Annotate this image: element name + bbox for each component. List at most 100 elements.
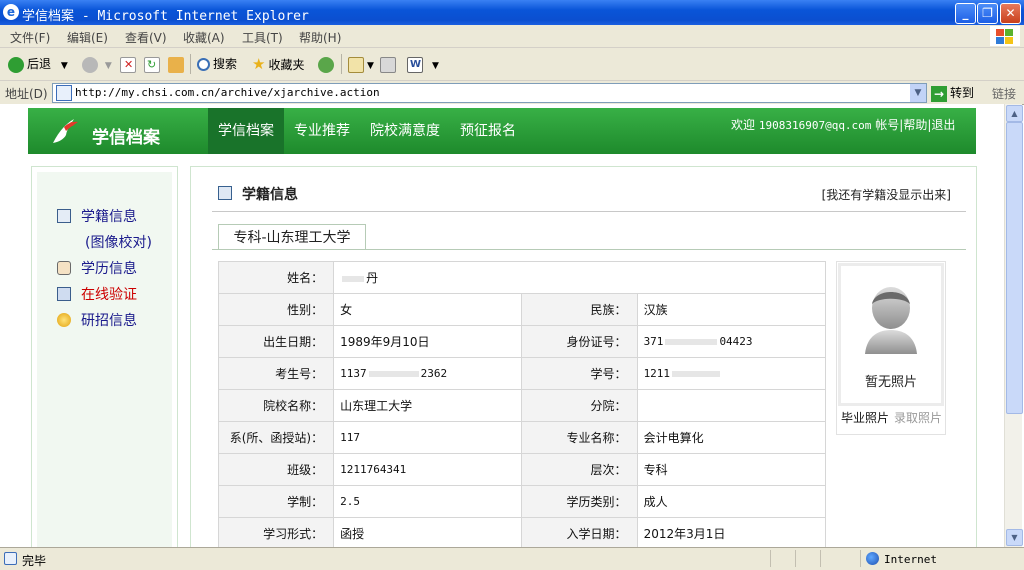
scroll-up-icon[interactable]: ▲ xyxy=(1006,105,1023,122)
student-number-value: 1211 xyxy=(636,357,827,390)
minimize-button[interactable]: _ xyxy=(955,3,976,24)
study-form-value: 函授 xyxy=(333,517,523,547)
diploma-icon xyxy=(57,261,71,275)
back-button[interactable]: 后退 ▼ xyxy=(8,55,68,73)
nav-pre-enlistment[interactable]: 预征报名 xyxy=(450,108,526,154)
mail-button[interactable]: ▼ xyxy=(348,55,374,73)
sidebar-item-label: 在线验证 xyxy=(81,287,137,303)
user-email: 1908316907@qq.com xyxy=(758,119,872,132)
table-row: 班级： 1211764341 层次： 专科 xyxy=(217,453,827,486)
table-row: 出生日期： 1989年9月10日 身份证号： 371 04423 xyxy=(217,325,827,358)
section-title: 学籍信息 xyxy=(218,184,298,204)
medal-icon xyxy=(57,313,71,327)
refresh-button[interactable]: ↻ xyxy=(144,55,163,73)
address-label: 地址(D) xyxy=(5,87,48,101)
sidebar-item-enrollment-info[interactable]: 学籍信息 xyxy=(57,206,137,226)
table-row: 院校名称： 山东理工大学 分院： xyxy=(217,389,827,422)
edit-button[interactable]: W ▼ xyxy=(407,55,439,73)
major-label: 专业名称： xyxy=(521,421,638,454)
ie-logo-icon: e xyxy=(3,4,19,20)
go-button[interactable]: → 转到 xyxy=(931,84,974,102)
enroll-date-value: 2012年3月1日 xyxy=(636,517,827,547)
internet-zone: Internet xyxy=(866,552,937,566)
table-row: 学习形式： 函授 入学日期： 2012年3月1日 xyxy=(217,517,827,547)
history-button[interactable] xyxy=(318,55,337,73)
print-button[interactable] xyxy=(380,55,399,73)
address-dropdown-icon[interactable]: ▼ xyxy=(910,84,926,102)
links-button[interactable]: 链接 xyxy=(992,85,1016,102)
status-page-icon xyxy=(4,552,20,566)
table-row: 学制： 2.5 学历类别： 成人 xyxy=(217,485,827,518)
site-header: 学信档案 学信档案 专业推荐 院校满意度 预征报名 欢迎 1908316907@… xyxy=(28,108,976,154)
nav-archive[interactable]: 学信档案 xyxy=(208,108,284,154)
edit-dropdown-icon[interactable]: ▼ xyxy=(432,61,439,71)
missing-enrollment-link[interactable]: [我还有学籍没显示出来] xyxy=(822,186,951,203)
close-button[interactable]: ✕ xyxy=(1000,3,1021,24)
sidebar-item-education-info[interactable]: 学历信息 xyxy=(57,258,137,278)
menu-bar: 文件(F) 编辑(E) 查看(V) 收藏(A) 工具(T) 帮助(H) xyxy=(0,25,1024,48)
tab-enrollment-photo[interactable]: 录取照片 xyxy=(894,408,942,428)
gender-label: 性别： xyxy=(217,293,335,326)
table-row: 姓名： 丹 xyxy=(217,261,826,294)
masked-text xyxy=(672,371,721,377)
home-button[interactable] xyxy=(168,55,187,73)
vertical-scrollbar[interactable]: ▲ ▼ xyxy=(1004,104,1023,547)
name-value-text: 丹 xyxy=(366,271,379,285)
name-label: 姓名： xyxy=(217,261,335,294)
search-button[interactable]: 搜索 xyxy=(197,55,237,73)
forward-button[interactable]: ▼ xyxy=(82,55,112,73)
no-photo-caption: 暂无照片 xyxy=(864,375,917,390)
class-value: 1211764341 xyxy=(333,453,523,486)
favorites-button[interactable]: ★ 收藏夹 xyxy=(252,55,304,73)
tab-graduation-photo[interactable]: 毕业照片 xyxy=(841,408,889,428)
menu-tools[interactable]: 工具(T) xyxy=(242,29,283,46)
category-label: 学历类别： xyxy=(521,485,638,518)
toolbar-separator xyxy=(341,54,342,74)
menu-edit[interactable]: 编辑(E) xyxy=(67,29,108,46)
zone-label: Internet xyxy=(884,553,937,566)
back-dropdown-icon[interactable]: ▼ xyxy=(61,61,68,71)
photo-box: 暂无照片 毕业照片 录取照片 xyxy=(836,261,946,435)
ethnicity-value: 汉族 xyxy=(636,293,827,326)
toolbar-separator xyxy=(190,54,191,74)
status-cell xyxy=(770,550,791,567)
site-name[interactable]: 学信档案 xyxy=(92,123,160,148)
word-edit-icon: W xyxy=(407,56,423,73)
menu-help[interactable]: 帮助(H) xyxy=(299,29,341,46)
tab-divider xyxy=(212,249,966,250)
stop-button[interactable]: ✕ xyxy=(120,55,139,73)
account-link[interactable]: 帐号 xyxy=(875,118,899,132)
go-arrow-icon: → xyxy=(931,85,947,102)
search-label: 搜索 xyxy=(213,57,238,71)
exam-number-value: 1137 2362 xyxy=(333,357,523,390)
maximize-button[interactable]: ❐ xyxy=(977,3,998,24)
scroll-thumb[interactable] xyxy=(1006,122,1023,414)
forward-dropdown-icon[interactable]: ▼ xyxy=(105,61,112,71)
sidebar-item-label: 学历信息 xyxy=(81,261,137,277)
sidebar-item-online-verify[interactable]: 在线验证 xyxy=(57,284,137,304)
level-label: 层次： xyxy=(521,453,638,486)
tab-enrollment-record[interactable]: 专科-山东理工大学 xyxy=(218,224,366,250)
nav-major-recommend[interactable]: 专业推荐 xyxy=(284,108,360,154)
sidebar-panel: 学籍信息 (图像校对) 学历信息 在线验证 研招信息 xyxy=(37,172,172,547)
scroll-down-icon[interactable]: ▼ xyxy=(1006,529,1023,546)
masked-text xyxy=(368,371,419,377)
nav-school-satisfaction[interactable]: 院校满意度 xyxy=(360,108,450,154)
level-value: 专科 xyxy=(636,453,827,486)
duration-label: 学制： xyxy=(217,485,335,518)
table-row: 考生号： 1137 2362 学号： 1211 xyxy=(217,357,827,390)
menu-file[interactable]: 文件(F) xyxy=(10,29,50,46)
logout-link[interactable]: 退出 xyxy=(931,118,955,132)
student-number-start: 1211 xyxy=(643,367,671,380)
menu-favorites[interactable]: 收藏(A) xyxy=(183,29,225,46)
id-number-label: 身份证号： xyxy=(521,325,638,358)
sidebar-item-image-check[interactable]: (图像校对) xyxy=(85,232,152,252)
address-url[interactable]: http://my.chsi.com.cn/archive/xjarchive.… xyxy=(75,86,380,99)
mail-dropdown-icon[interactable]: ▼ xyxy=(367,61,374,71)
menu-view[interactable]: 查看(V) xyxy=(125,29,167,46)
help-link[interactable]: 帮助 xyxy=(903,118,927,132)
address-input[interactable]: http://my.chsi.com.cn/archive/xjarchive.… xyxy=(52,83,927,103)
sidebar-item-graduate-admission[interactable]: 研招信息 xyxy=(57,310,137,330)
study-form-label: 学习形式： xyxy=(217,517,335,547)
sidebar-item-label: 研招信息 xyxy=(81,313,137,329)
